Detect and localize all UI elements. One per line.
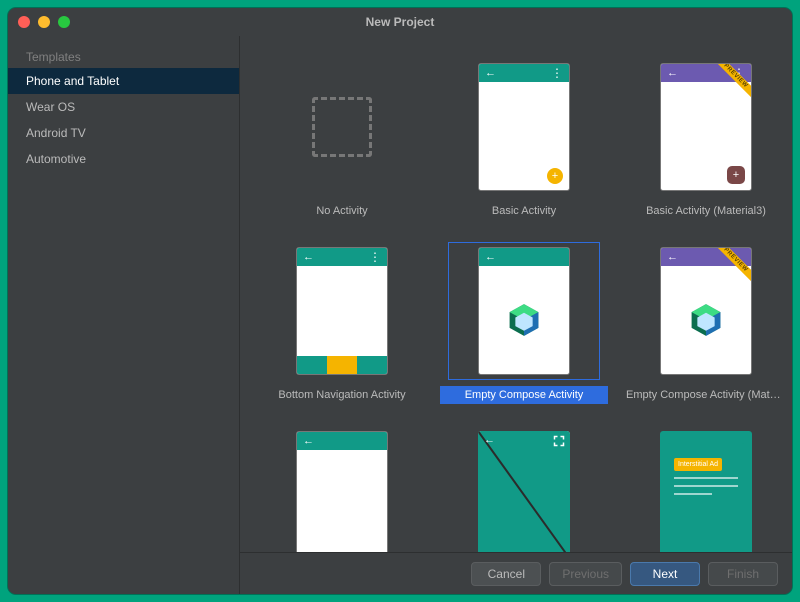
phone-preview	[478, 247, 570, 375]
template-gallery: No Activity +	[240, 36, 792, 552]
next-button[interactable]: Next	[630, 562, 700, 586]
fab-add-icon: +	[547, 168, 563, 184]
back-arrow-icon: ←	[484, 434, 495, 446]
phone-preview: ←	[478, 431, 570, 552]
fullscreen-icon	[553, 435, 565, 447]
ad-chip: Interstitial Ad	[674, 458, 722, 471]
phone-preview: PREVIEW	[660, 247, 752, 375]
template-category-sidebar: Templates Phone and Tablet Wear OS Andro…	[8, 36, 240, 594]
finish-button: Finish	[708, 562, 778, 586]
sidebar-item-phone-and-tablet[interactable]: Phone and Tablet	[8, 68, 239, 94]
template-basic-activity[interactable]: + Basic Activity	[440, 58, 608, 228]
sidebar-item-wear-os[interactable]: Wear OS	[8, 94, 239, 120]
template-empty-compose-activity[interactable]: Empty Compose Activity	[440, 242, 608, 412]
back-arrow-icon	[303, 251, 314, 263]
phone-preview: + PREVIEW	[660, 63, 752, 191]
window-title: New Project	[8, 15, 792, 29]
overflow-menu-icon	[551, 66, 563, 80]
phone-preview: Interstitial Ad	[660, 431, 752, 552]
fab-add-icon: +	[727, 166, 745, 184]
overflow-menu-icon	[369, 250, 381, 264]
back-arrow-icon	[667, 67, 678, 79]
template-label: Empty Compose Activity (Materi...	[622, 386, 790, 404]
template-google-admob-ads-activity[interactable]: Interstitial Ad	[622, 426, 790, 552]
sidebar-item-android-tv[interactable]: Android TV	[8, 120, 239, 146]
phone-preview	[296, 247, 388, 375]
dialog-footer: Cancel Previous Next Finish	[240, 552, 792, 594]
titlebar: New Project	[8, 8, 792, 36]
template-label: No Activity	[258, 202, 426, 220]
cancel-button[interactable]: Cancel	[471, 562, 541, 586]
back-arrow-icon	[667, 251, 678, 263]
back-arrow-icon	[303, 435, 314, 447]
back-arrow-icon	[485, 251, 496, 263]
sidebar-item-automotive[interactable]: Automotive	[8, 146, 239, 172]
template-empty-activity[interactable]	[258, 426, 426, 552]
back-arrow-icon	[485, 67, 496, 79]
window-maximize-button[interactable]	[58, 16, 70, 28]
template-empty-compose-activity-material[interactable]: PREVIEW Empty Compose Activity (Materi..…	[622, 242, 790, 412]
compose-logo-icon	[688, 302, 724, 338]
template-label: Empty Compose Activity	[440, 386, 608, 404]
sidebar-heading: Templates	[8, 44, 239, 68]
template-label: Basic Activity	[440, 202, 608, 220]
template-label: Bottom Navigation Activity	[258, 386, 426, 404]
template-fullscreen-activity[interactable]: ←	[440, 426, 608, 552]
phone-preview	[296, 431, 388, 552]
phone-preview: +	[478, 63, 570, 191]
template-no-activity[interactable]: No Activity	[258, 58, 426, 228]
template-basic-activity-material3[interactable]: + PREVIEW Basic Activity (Material3)	[622, 58, 790, 228]
new-project-dialog: New Project Templates Phone and Tablet W…	[8, 8, 792, 594]
empty-dashed-icon	[312, 97, 372, 157]
template-label: Basic Activity (Material3)	[622, 202, 790, 220]
template-bottom-navigation-activity[interactable]: Bottom Navigation Activity	[258, 242, 426, 412]
previous-button: Previous	[549, 562, 622, 586]
window-minimize-button[interactable]	[38, 16, 50, 28]
compose-logo-icon	[506, 302, 542, 338]
window-close-button[interactable]	[18, 16, 30, 28]
